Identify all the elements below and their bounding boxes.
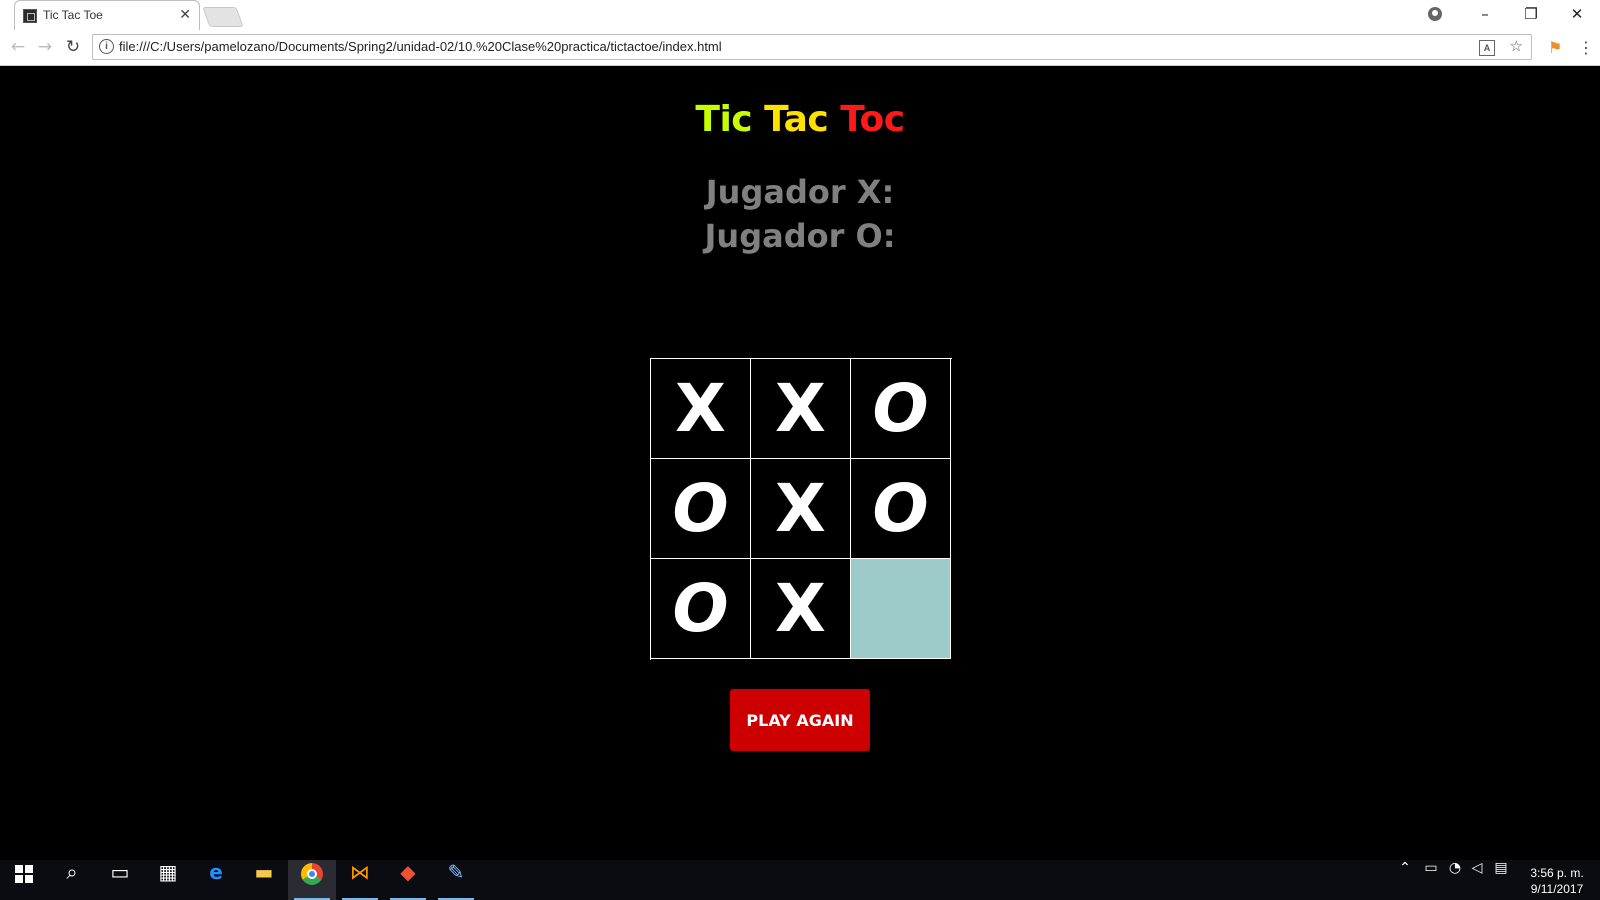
board-cell-2-2[interactable] — [851, 559, 951, 659]
favicon-icon — [23, 9, 37, 23]
player-x-label: Jugador X: — [705, 173, 895, 211]
forward-button[interactable]: → — [32, 35, 58, 59]
bookmark-star-icon[interactable]: ☆ — [1510, 37, 1523, 55]
battery-icon[interactable]: ▭ — [1422, 860, 1440, 900]
search-icon[interactable]: ⌕ — [48, 860, 96, 900]
windows-start-icon[interactable] — [0, 860, 48, 900]
x-mark: X — [775, 470, 826, 547]
browser-menu-icon[interactable]: ⋮ — [1578, 38, 1594, 57]
chrome-icon[interactable] — [288, 860, 336, 900]
minimize-button[interactable]: – — [1462, 0, 1508, 28]
player-o-label: Jugador O: — [704, 217, 896, 255]
o-mark: O — [872, 470, 929, 547]
browser-toolbar: ← → ↻ i file:///C:/Users/pamelozano/Docu… — [0, 30, 1600, 66]
close-tab-icon[interactable]: ✕ — [179, 6, 191, 24]
play-again-button[interactable]: PLAY AGAIN — [730, 689, 870, 751]
tab-title: Tic Tac Toe — [43, 8, 103, 22]
new-tab-button[interactable] — [202, 7, 244, 27]
clock-time: 3:56 p. m. — [1530, 866, 1584, 880]
o-mark: O — [672, 470, 729, 547]
translate-icon[interactable]: A — [1479, 40, 1495, 56]
edge-icon[interactable]: e — [192, 860, 240, 900]
sublime-icon[interactable]: ⋈ — [336, 860, 384, 900]
board-cell-0-2[interactable]: O — [851, 359, 951, 459]
board-cell-0-0[interactable]: X — [651, 359, 751, 459]
board-cell-0-1[interactable]: X — [751, 359, 851, 459]
close-window-button[interactable]: ✕ — [1554, 0, 1600, 28]
volume-icon[interactable]: ◁ — [1468, 860, 1486, 900]
board-cell-1-1[interactable]: X — [751, 459, 851, 559]
taskbar-clock[interactable]: 3:56 p. m. 9/11/2017 — [1522, 865, 1592, 897]
store-icon[interactable]: ▦ — [144, 860, 192, 900]
info-icon[interactable]: i — [99, 39, 114, 54]
clock-date: 9/11/2017 — [1530, 882, 1584, 896]
o-mark: O — [672, 570, 729, 647]
board-cell-1-2[interactable]: O — [851, 459, 951, 559]
profile-icon[interactable] — [1428, 7, 1442, 21]
wifi-icon[interactable]: ◔ — [1446, 860, 1464, 900]
paint-icon[interactable]: ✎ — [432, 860, 480, 900]
page-title: Tic Tac Toc — [0, 99, 1600, 140]
board-cell-1-0[interactable]: O — [651, 459, 751, 559]
title-word-tac: Tac — [764, 99, 829, 140]
url-text[interactable]: file:///C:/Users/pamelozano/Documents/Sp… — [119, 39, 722, 54]
task-view-icon[interactable]: ▭ — [96, 860, 144, 900]
browser-tab-bar: Tic Tac Toe ✕ – ❐ ✕ — [0, 0, 1600, 30]
git-icon[interactable]: ◆ — [384, 860, 432, 900]
x-mark: X — [775, 570, 826, 647]
back-button[interactable]: ← — [5, 35, 31, 59]
file-explorer-icon[interactable]: ▬ — [240, 860, 288, 900]
restore-button[interactable]: ❐ — [1508, 0, 1554, 28]
title-word-toc: Toc — [840, 99, 905, 140]
x-mark: X — [675, 370, 726, 447]
reload-button[interactable]: ↻ — [60, 35, 86, 59]
browser-tab[interactable]: Tic Tac Toe ✕ — [14, 0, 200, 30]
board-cell-2-1[interactable]: X — [751, 559, 851, 659]
tray-chevron-icon[interactable]: ⌃ — [1398, 860, 1412, 900]
address-bar[interactable]: i file:///C:/Users/pamelozano/Documents/… — [92, 34, 1532, 60]
x-mark: X — [775, 370, 826, 447]
title-word-tic: Tic — [695, 99, 753, 140]
board-cell-2-0[interactable]: O — [651, 559, 751, 659]
extension-icon[interactable]: ⚑ — [1548, 38, 1562, 57]
o-mark: O — [872, 370, 929, 447]
game-page: Tic Tac Toc Jugador X: Jugador O: XXOOXOOX… — [0, 66, 1600, 860]
game-board: XXOOXOOX — [650, 358, 952, 660]
windows-taskbar: ⌕ ▭ ▦ e ▬ ⋈ ◆ ✎ ⌃ ▭ ◔ ◁ ▤ 3:56 p. m. 9/1… — [0, 860, 1600, 900]
notifications-icon[interactable]: ▤ — [1492, 860, 1510, 900]
